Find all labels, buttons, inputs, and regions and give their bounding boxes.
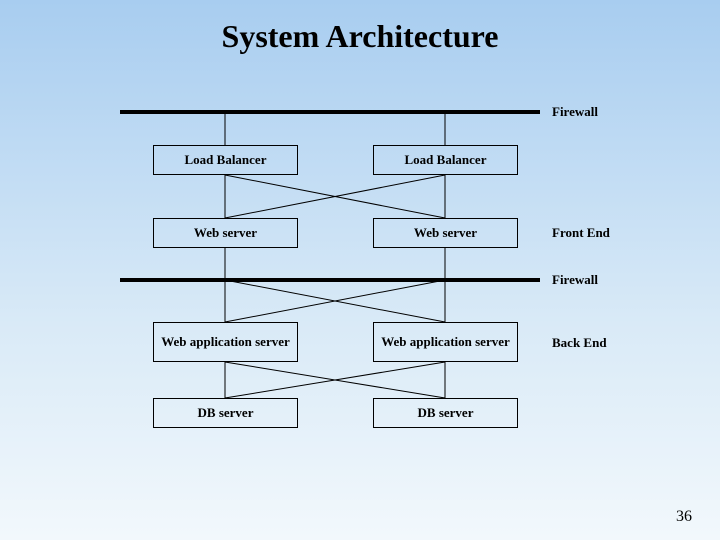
page-title: System Architecture (0, 18, 720, 55)
box-web-server-2: Web server (373, 218, 518, 248)
box-web-server-1: Web server (153, 218, 298, 248)
label-front-end: Front End (552, 225, 610, 241)
page-number: 36 (676, 508, 692, 526)
label-firewall-1: Firewall (552, 104, 598, 120)
box-load-balancer-2: Load Balancer (373, 145, 518, 175)
box-db-server-2: DB server (373, 398, 518, 428)
box-web-app-server-1: Web application server (153, 322, 298, 362)
box-db-server-1: DB server (153, 398, 298, 428)
box-load-balancer-1: Load Balancer (153, 145, 298, 175)
label-back-end: Back End (552, 335, 607, 351)
box-web-app-server-2: Web application server (373, 322, 518, 362)
diagram-lines (0, 0, 720, 540)
label-firewall-2: Firewall (552, 272, 598, 288)
